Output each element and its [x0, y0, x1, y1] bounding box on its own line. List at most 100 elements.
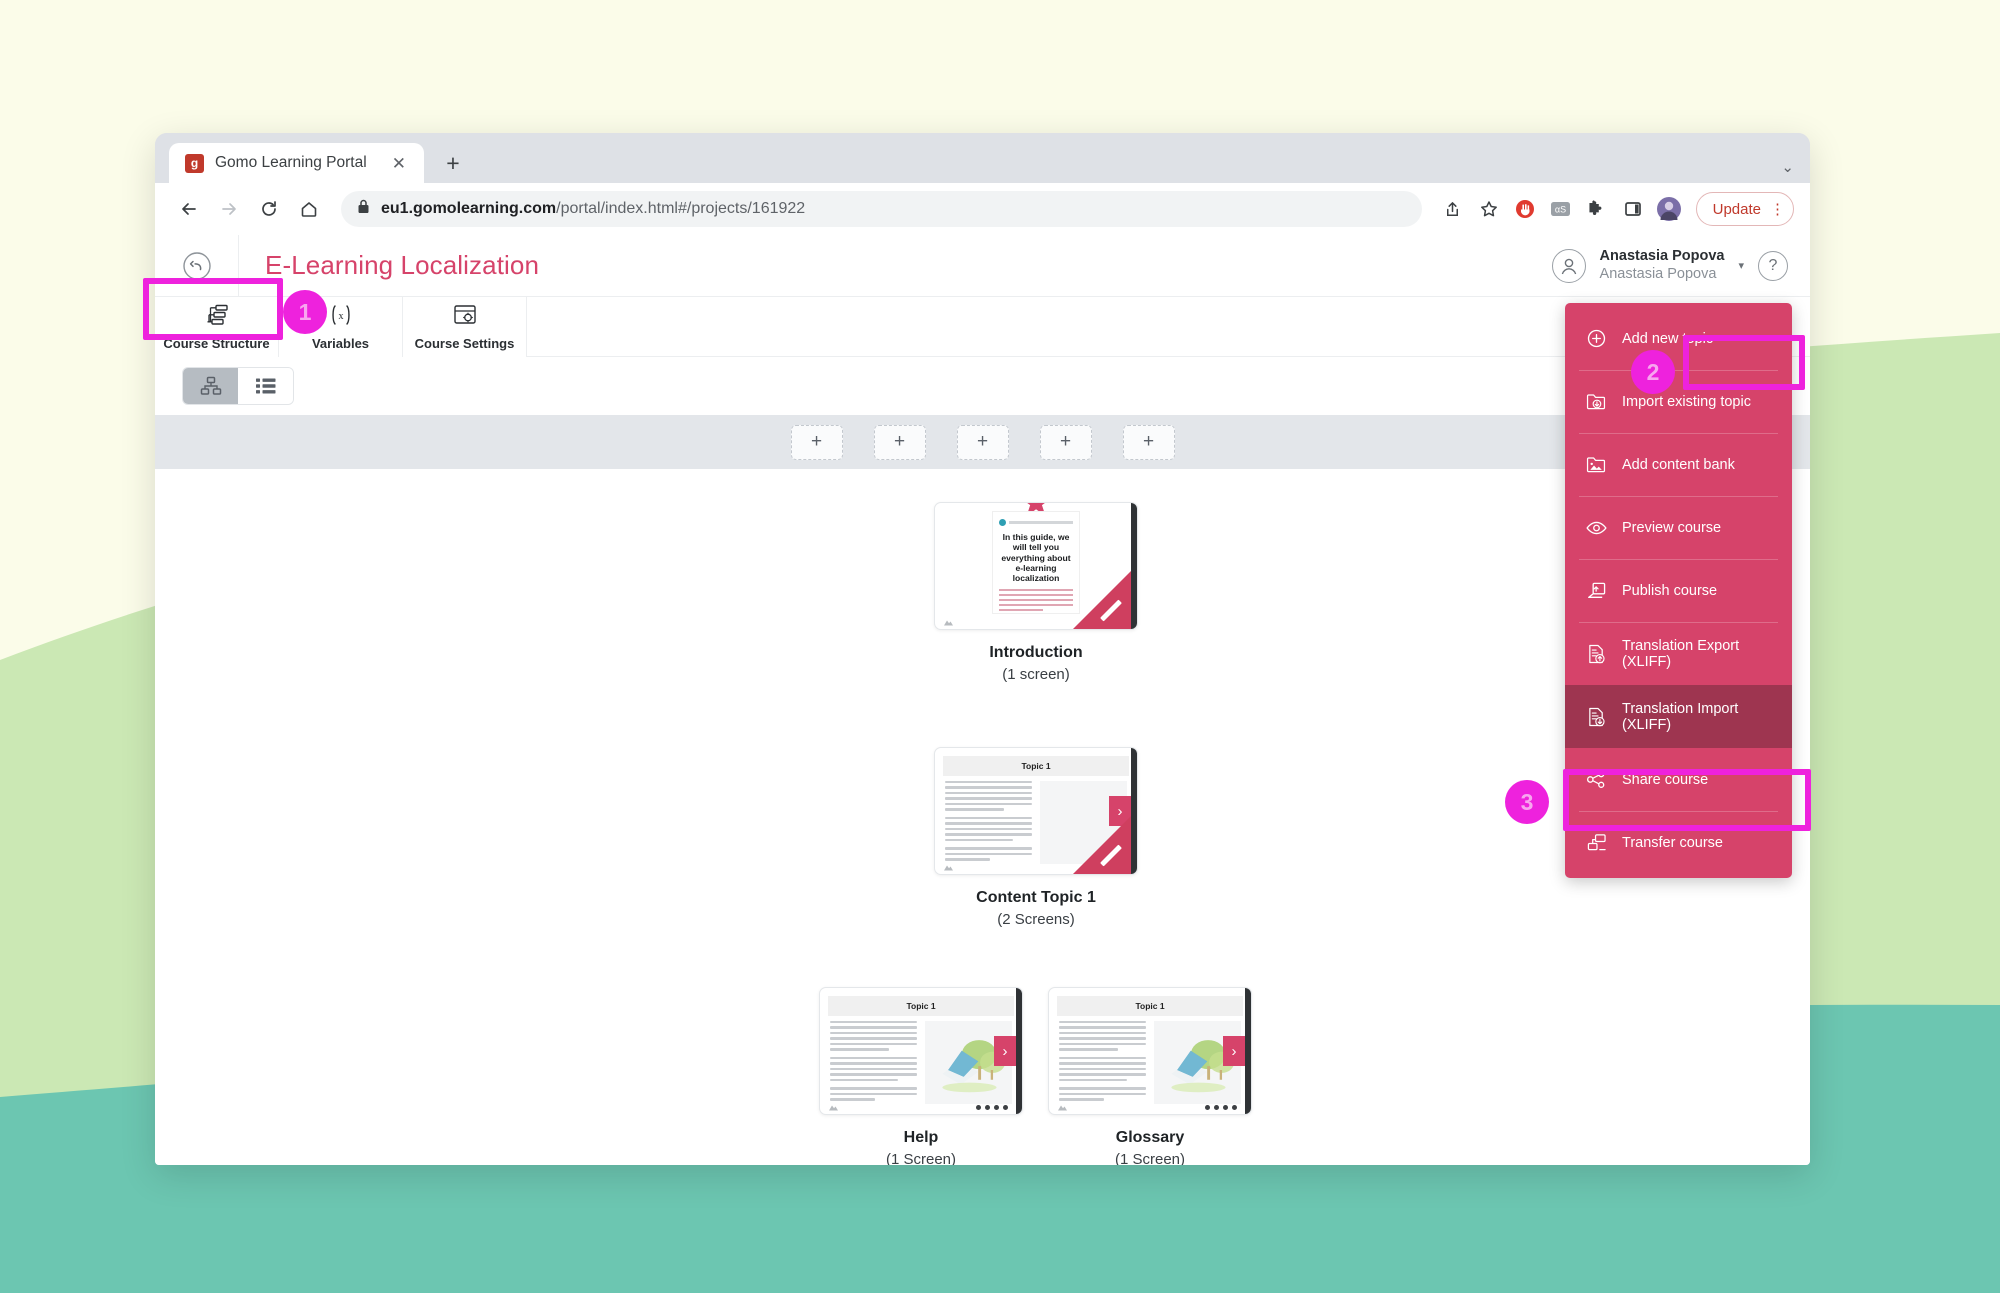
menu-item-label: Share course	[1622, 772, 1708, 788]
browser-tab-strip: g Gomo Learning Portal ✕ + ⌄	[155, 133, 1810, 183]
settings-window-icon	[452, 304, 478, 331]
thumb-controls	[1049, 1101, 1245, 1114]
browser-tab[interactable]: g Gomo Learning Portal ✕	[169, 143, 424, 183]
menu-item-add-new-topic[interactable]: Add new topic	[1565, 307, 1792, 370]
add-topic-slot[interactable]: +	[1040, 425, 1092, 460]
tab-course-settings[interactable]: Course Settings	[403, 297, 527, 357]
menu-item-add-content-bank[interactable]: Add content bank	[1565, 433, 1792, 496]
thumb-slide-title: Topic 1	[943, 756, 1129, 776]
profile-avatar[interactable]	[1652, 192, 1686, 226]
thumb-pagination	[976, 1105, 1008, 1110]
url-path: /portal/index.html#/projects/161922	[556, 200, 805, 217]
reload-icon[interactable]	[251, 191, 287, 227]
menu-item-share-course[interactable]: Share course	[1565, 748, 1792, 811]
extensions-puzzle-icon[interactable]	[1580, 192, 1614, 226]
add-topic-slot[interactable]: +	[791, 425, 843, 460]
adblock-icon[interactable]	[1508, 192, 1542, 226]
tab-course-settings-label: Course Settings	[415, 336, 515, 351]
menu-item-translation-import-xliff[interactable]: Translation Import (XLIFF)	[1565, 685, 1792, 748]
browser-action-icons: αS Update ⋮	[1436, 192, 1794, 226]
node-glossary[interactable]: Topic 1	[1048, 987, 1252, 1165]
thumb-text-column	[830, 1021, 917, 1104]
node-thumbnail[interactable]: Topic 1 ›	[934, 747, 1138, 875]
lastfm-extension-icon[interactable]: αS	[1544, 192, 1578, 226]
kebab-menu-icon[interactable]: ⋮	[1770, 200, 1785, 218]
node-thumbnail[interactable]: Topic 1	[1048, 987, 1252, 1115]
intro-slide-body	[999, 589, 1073, 611]
menu-item-label: Translation Export (XLIFF)	[1622, 638, 1772, 670]
side-panel-icon[interactable]	[1616, 192, 1650, 226]
node-thumbnail[interactable]: ★ In this guide, we will tell you everyt…	[934, 502, 1138, 630]
variables-icon: x	[328, 304, 354, 331]
thumb-pagination	[1205, 1105, 1237, 1110]
menu-item-label: Add content bank	[1622, 457, 1735, 473]
tab-variables-label: Variables	[312, 336, 369, 351]
tab-course-structure-label: Course Structure	[163, 336, 269, 351]
node-thumbnail[interactable]: Topic 1	[819, 987, 1023, 1115]
next-screen-icon[interactable]: ›	[1223, 1036, 1245, 1066]
avatar[interactable]	[1552, 249, 1586, 283]
close-icon[interactable]: ✕	[388, 155, 410, 172]
user-primary-name: Anastasia Popova	[1600, 248, 1725, 266]
menu-item-label: Preview course	[1622, 520, 1721, 536]
app-header: E-Learning Localization Anastasia Popova…	[155, 235, 1810, 297]
thumb-spine	[1131, 748, 1137, 874]
add-topic-slot[interactable]: +	[1123, 425, 1175, 460]
lock-icon	[357, 199, 370, 219]
back-icon[interactable]	[171, 191, 207, 227]
menu-item-translation-export-xliff[interactable]: Translation Export (XLIFF)	[1565, 622, 1792, 685]
forward-icon	[211, 191, 247, 227]
thumb-text-column	[945, 781, 1032, 864]
next-screen-icon[interactable]: ›	[994, 1036, 1016, 1066]
user-info: Anastasia Popova Anastasia Popova	[1600, 248, 1725, 284]
menu-item-publish-course[interactable]: Publish course	[1565, 559, 1792, 622]
chevron-down-icon[interactable]: ⌄	[1781, 158, 1794, 176]
publish-icon	[1585, 581, 1607, 600]
add-topic-slot[interactable]: +	[874, 425, 926, 460]
tree-view-icon[interactable]	[183, 368, 238, 404]
node-subtitle: (2 Screens)	[934, 911, 1138, 928]
node-introduction[interactable]: ★ In this guide, we will tell you everyt…	[934, 502, 1138, 683]
menu-item-transfer-course[interactable]: Transfer course	[1565, 811, 1792, 874]
node-title: Content Topic 1	[934, 889, 1138, 907]
thumb-spine	[1245, 988, 1251, 1114]
add-topic-slot[interactable]: +	[957, 425, 1009, 460]
step-badge-3: 3	[1505, 780, 1549, 824]
folder-download-icon	[1585, 392, 1607, 411]
node-subtitle: (1 Screen)	[1048, 1151, 1252, 1165]
thumb-slide-title: Topic 1	[1057, 996, 1243, 1016]
node-title: Help	[819, 1129, 1023, 1147]
share-nodes-icon	[1585, 770, 1607, 789]
browser-toolbar: eu1.gomolearning.com/portal/index.html#/…	[155, 183, 1810, 235]
node-content-topic-1[interactable]: Topic 1 ›	[934, 747, 1138, 928]
new-tab-button[interactable]: +	[436, 146, 470, 180]
document-download-icon	[1585, 707, 1607, 727]
list-view-icon[interactable]	[238, 368, 293, 404]
tab-title: Gomo Learning Portal	[215, 154, 377, 172]
tab-course-structure[interactable]: Course Structure	[155, 297, 279, 357]
menu-item-preview-course[interactable]: Preview course	[1565, 496, 1792, 559]
back-arrow-icon[interactable]	[155, 235, 239, 297]
node-title: Glossary	[1048, 1129, 1252, 1147]
share-icon[interactable]	[1436, 192, 1470, 226]
help-icon[interactable]: ?	[1758, 251, 1788, 281]
menu-item-label: Translation Import (XLIFF)	[1622, 701, 1772, 733]
menu-item-import-existing-topic[interactable]: Import existing topic	[1565, 370, 1792, 433]
home-icon[interactable]	[291, 191, 327, 227]
chevron-down-icon[interactable]: ▾	[1738, 259, 1744, 272]
nav-tabs: Course Structure x Variables Course Sett…	[155, 297, 1810, 357]
address-bar-url: eu1.gomolearning.com/portal/index.html#/…	[381, 200, 805, 218]
menu-item-label: Add new topic	[1622, 331, 1713, 347]
document-upload-icon	[1585, 644, 1607, 664]
course-structure-canvas: ★ In this guide, we will tell you everyt…	[155, 469, 1810, 1129]
tab-favicon: g	[185, 154, 204, 173]
thumb-slide-body	[820, 1016, 1022, 1104]
node-help[interactable]: Topic 1	[819, 987, 1023, 1165]
address-bar[interactable]: eu1.gomolearning.com/portal/index.html#/…	[341, 191, 1422, 227]
bookmark-star-icon[interactable]	[1472, 192, 1506, 226]
update-button-label: Update	[1713, 201, 1761, 218]
update-button[interactable]: Update ⋮	[1696, 192, 1794, 226]
menu-item-label: Transfer course	[1622, 835, 1723, 851]
node-subtitle: (1 Screen)	[819, 1151, 1023, 1165]
page-title: E-Learning Localization	[265, 250, 539, 281]
